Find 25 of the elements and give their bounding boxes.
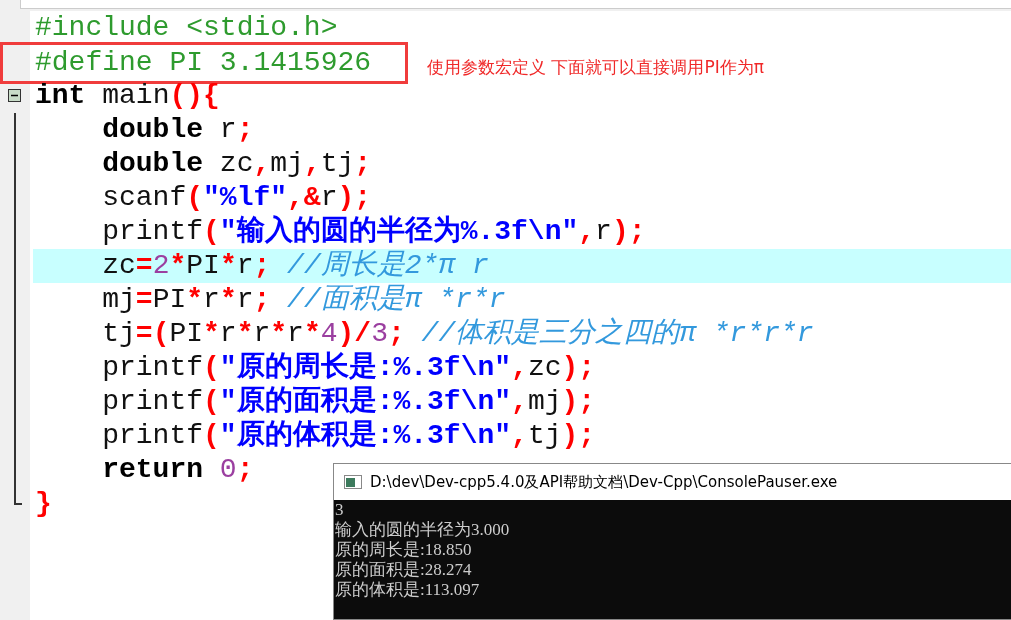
console-app-icon (344, 475, 362, 489)
console-output-line: 原的周长是:18.850 (334, 540, 473, 560)
code-line: mj=PI*r*r; //面积是π *r*r (101, 283, 506, 317)
console-output-line: 原的体积是:113.097 (334, 580, 481, 600)
fold-collapse-icon[interactable] (8, 89, 21, 102)
code-line: scanf("%lf",&r); (101, 181, 372, 215)
window-title: D:\dev\Dev-cpp5.4.0及API帮助文档\Dev-Cpp\ConsolePauser.exe (370, 472, 838, 492)
code-line: tj=(PI*r*r*r*4)/3; //体积是三分之四的π *r*r*r (101, 317, 814, 351)
code-line: #define PI 3.1415926 (35, 46, 372, 80)
code-line: int main(){ (35, 79, 220, 113)
code-line: printf("输入的圆的半径为%.3f\n",r); (101, 215, 646, 249)
code-line: zc=2*PI*r; //周长是2*π r (101, 249, 489, 283)
console-output-line: 3 (334, 500, 345, 520)
console-output-line: 输入的圆的半径为3.000 (334, 520, 511, 540)
code-line: double r; (101, 113, 254, 147)
console-output-line: 原的面积是:28.274 (334, 560, 473, 580)
code-line: printf("原的周长是:%.3f\n",zc); (101, 351, 596, 385)
code-line: return 0; (101, 453, 254, 487)
code-line: double zc,mj,tj; (101, 147, 372, 181)
code-line: } (35, 487, 52, 521)
annotation-text: 使用参数宏定义 下面就可以直接调用PI作为π (427, 56, 764, 79)
code-line: printf("原的面积是:%.3f\n",mj); (101, 385, 596, 419)
fold-end-icon (14, 487, 22, 505)
code-line: #include <stdio.h> (35, 11, 338, 45)
code-line: printf("原的体积是:%.3f\n",tj); (101, 419, 596, 453)
